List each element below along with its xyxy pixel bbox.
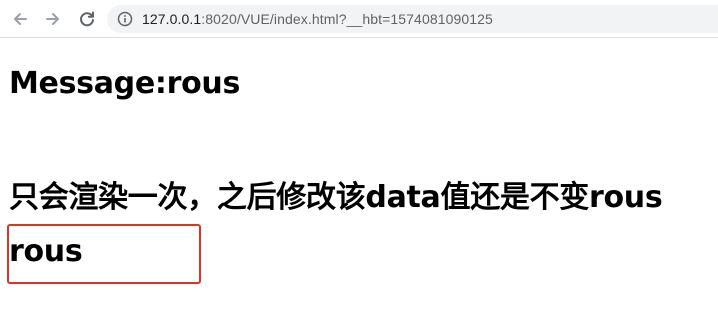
message-label: Message: [9,66,167,101]
info-icon[interactable] [117,11,133,27]
message-value: rous [166,66,241,101]
reload-button[interactable] [75,7,99,31]
browser-toolbar: 127.0.0.1:8020/VUE/index.html?__hbt=1574… [0,0,718,38]
message-heading: Message:rous [9,66,240,101]
url-path: :8020/VUE/index.html?__hbt=1574081090125 [201,11,493,27]
page-content: Message:rous 只会渲染一次，之后修改该data值还是不变rous r… [0,39,718,336]
back-button[interactable] [8,7,32,31]
once-render-heading: 只会渲染一次，之后修改该data值还是不变rous [9,180,663,215]
url-host: 127.0.0.1 [142,11,202,27]
forward-button[interactable] [41,7,65,31]
arrow-left-icon [14,13,27,25]
arrow-right-icon [46,13,59,25]
url-text: 127.0.0.1:8020/VUE/index.html?__hbt=1574… [142,11,493,27]
highlight-box [7,224,201,284]
address-bar[interactable]: 127.0.0.1:8020/VUE/index.html?__hbt=1574… [107,5,718,33]
reload-icon [80,11,94,27]
